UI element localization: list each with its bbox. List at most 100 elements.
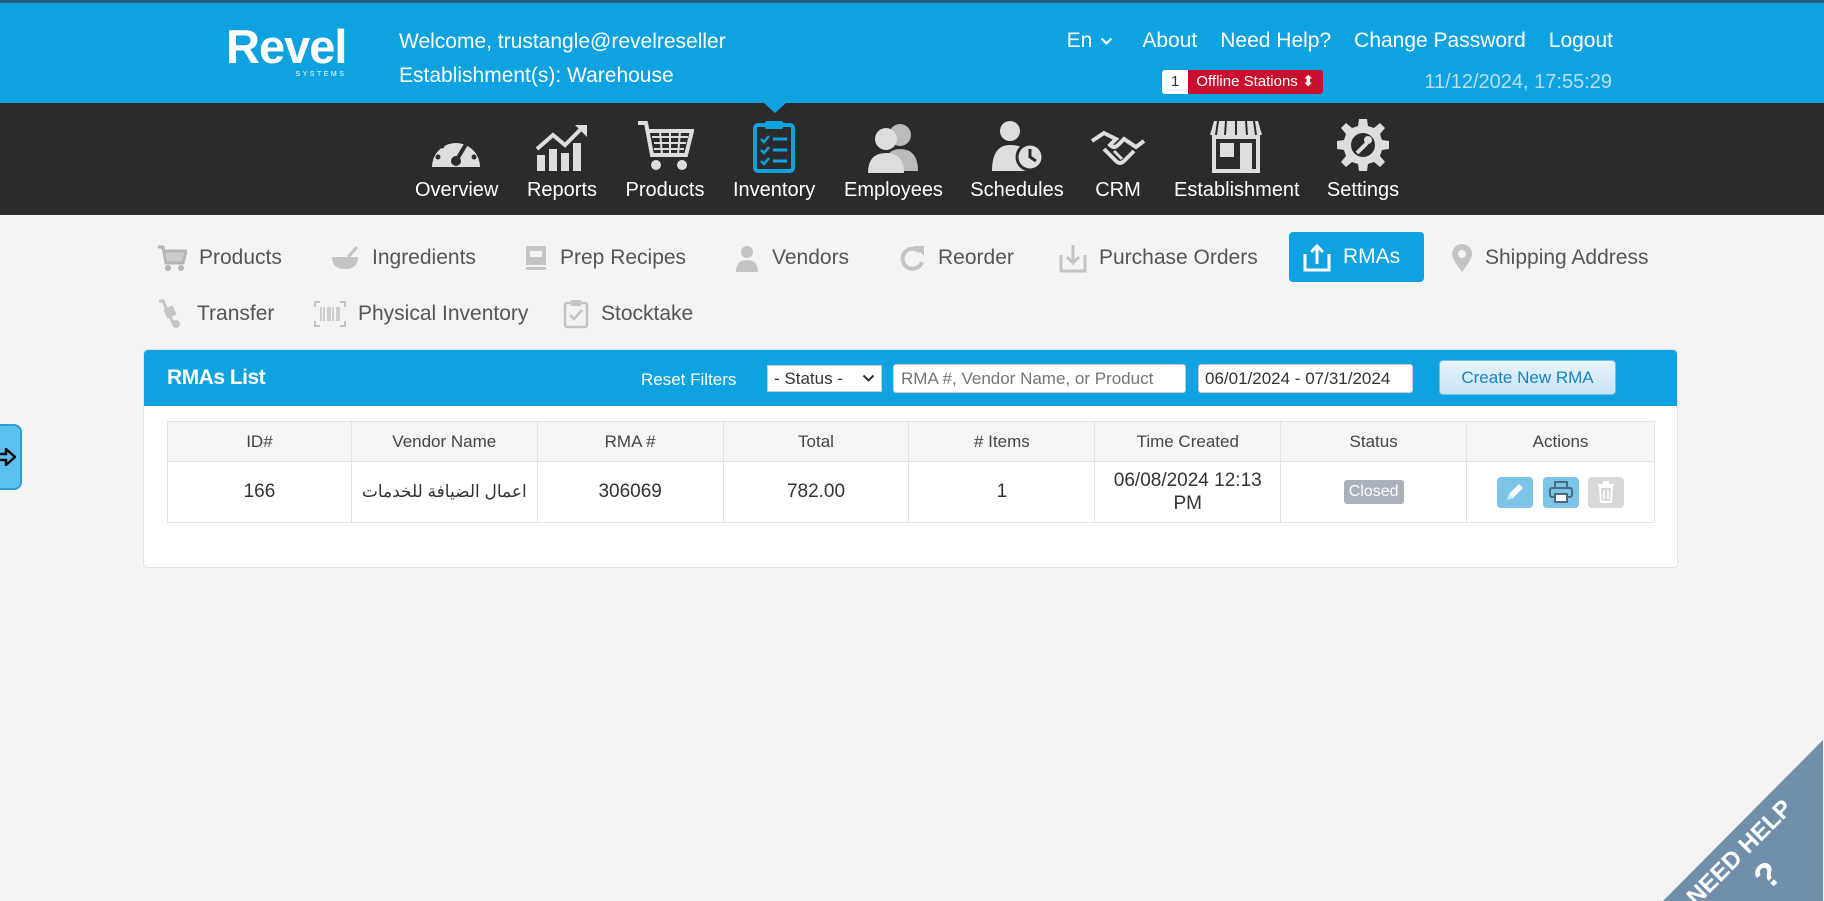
hand-truck-icon bbox=[159, 299, 180, 328]
nav-schedules[interactable]: Schedules bbox=[970, 115, 1064, 202]
download-tray-icon bbox=[1059, 245, 1087, 273]
arrow-right-icon bbox=[0, 448, 16, 466]
cart-icon bbox=[638, 121, 694, 170]
subnav-label: Purchase Orders bbox=[1099, 246, 1258, 269]
nav-inventory[interactable]: Inventory bbox=[733, 115, 815, 202]
cell-items: 1 bbox=[908, 461, 1096, 523]
table-row[interactable]: 166 اعمال الضيافة للخدمات 306069 782.00 … bbox=[167, 461, 1655, 523]
speedometer-icon bbox=[432, 135, 480, 167]
nav-products[interactable]: Products bbox=[624, 115, 706, 202]
subnav-ingredients[interactable]: Ingredients bbox=[316, 233, 490, 283]
cell-id: 166 bbox=[167, 461, 352, 523]
subnav-label: Ingredients bbox=[372, 246, 476, 269]
person-clock-icon bbox=[992, 121, 1045, 172]
logout-link[interactable]: Logout bbox=[1549, 29, 1613, 53]
subnav-products[interactable]: Products bbox=[143, 233, 296, 283]
column-header-items[interactable]: # Items bbox=[908, 421, 1096, 462]
nav-reports[interactable]: Reports bbox=[524, 115, 600, 202]
handshake-icon bbox=[1090, 130, 1146, 165]
nav-label: Products bbox=[625, 179, 705, 201]
subnav-label: Transfer bbox=[197, 302, 275, 325]
delete-button[interactable] bbox=[1587, 476, 1624, 508]
cell-total: 782.00 bbox=[722, 461, 910, 523]
subnav-label: Products bbox=[199, 246, 282, 269]
column-header-rma[interactable]: RMA # bbox=[536, 421, 724, 462]
language-selector[interactable]: En bbox=[1067, 29, 1114, 53]
need-help-corner-button[interactable]: NEED HELP ? bbox=[1663, 740, 1823, 901]
change-password-link[interactable]: Change Password bbox=[1354, 29, 1526, 53]
subnav-label: Shipping Address bbox=[1485, 246, 1649, 269]
column-header-total[interactable]: Total bbox=[722, 421, 910, 462]
logo-subtext: SYSTEMS bbox=[295, 71, 347, 78]
about-link[interactable]: About bbox=[1142, 29, 1197, 53]
create-new-rma-button[interactable]: Create New RMA bbox=[1439, 360, 1616, 395]
subnav-vendors[interactable]: Vendors bbox=[720, 233, 863, 283]
subnav-label: Reorder bbox=[938, 246, 1014, 269]
nav-label: Employees bbox=[844, 179, 943, 201]
recipe-book-icon bbox=[526, 246, 546, 270]
table-header-row: ID# Vendor Name RMA # Total # Items Time… bbox=[167, 421, 1655, 462]
subnav-stocktake[interactable]: Stocktake bbox=[549, 289, 707, 339]
map-pin-icon bbox=[1452, 244, 1472, 272]
column-header-time-created[interactable]: Time Created bbox=[1094, 421, 1282, 462]
language-label: En bbox=[1066, 29, 1093, 52]
redo-icon bbox=[900, 246, 924, 271]
welcome-text: Welcome, trustangle@revelreseller bbox=[399, 30, 726, 53]
subnav-prep-recipes[interactable]: Prep Recipes bbox=[510, 233, 700, 283]
rmas-table: ID# Vendor Name RMA # Total # Items Time… bbox=[167, 421, 1655, 523]
offline-stations-button[interactable]: 1 Offline Stations ⬍ bbox=[1162, 70, 1323, 94]
subnav-shipping-address[interactable]: Shipping Address bbox=[1437, 233, 1662, 283]
status-badge: Closed bbox=[1343, 480, 1404, 504]
nav-settings[interactable]: Settings bbox=[1325, 115, 1401, 202]
gear-icon bbox=[1337, 119, 1389, 171]
nav-label: Settings bbox=[1326, 179, 1400, 201]
barcode-icon bbox=[314, 301, 346, 327]
welcome-block: Welcome, trustangle@revelreseller Establ… bbox=[399, 25, 726, 93]
subnav-physical-inventory[interactable]: Physical Inventory bbox=[300, 289, 542, 339]
nav-overview[interactable]: Overview bbox=[415, 115, 499, 202]
print-button[interactable] bbox=[1542, 476, 1579, 508]
date-range-input[interactable]: 06/01/2024 - 07/31/2024 bbox=[1198, 364, 1413, 393]
offline-count: 1 bbox=[1162, 70, 1189, 94]
cell-status: Closed bbox=[1280, 461, 1468, 523]
search-input[interactable] bbox=[893, 364, 1186, 393]
subnav-purchase-orders[interactable]: Purchase Orders bbox=[1045, 233, 1272, 283]
side-drawer-toggle[interactable] bbox=[0, 424, 22, 490]
reset-filters-link[interactable]: Reset Filters bbox=[641, 370, 736, 390]
people-icon bbox=[867, 124, 918, 173]
nav-label: Schedules bbox=[970, 179, 1064, 201]
clipboard-icon bbox=[753, 121, 795, 173]
subnav-transfer[interactable]: Transfer bbox=[143, 289, 288, 339]
time-created-text: 06/08/2024 12:13 PM bbox=[1113, 470, 1262, 514]
nav-employees[interactable]: Employees bbox=[844, 115, 943, 202]
column-header-id[interactable]: ID# bbox=[167, 421, 352, 462]
active-nav-pointer bbox=[764, 103, 786, 113]
subnav-label: RMAs bbox=[1343, 245, 1401, 268]
column-header-status[interactable]: Status bbox=[1280, 421, 1468, 462]
subnav-reorder[interactable]: Reorder bbox=[884, 233, 1028, 283]
pencil-icon bbox=[1507, 484, 1524, 500]
cell-actions bbox=[1466, 461, 1655, 523]
column-header-actions: Actions bbox=[1466, 421, 1655, 462]
establishment-text: Establishment(s): Warehouse bbox=[399, 64, 674, 87]
edit-button[interactable] bbox=[1497, 476, 1534, 508]
need-help-link[interactable]: Need Help? bbox=[1220, 29, 1331, 53]
column-header-vendor[interactable]: Vendor Name bbox=[350, 421, 538, 462]
store-icon bbox=[1210, 120, 1262, 173]
cell-time-created: 06/08/2024 12:13 PM bbox=[1094, 461, 1282, 523]
offline-label: Offline Stations ⬍ bbox=[1188, 70, 1323, 94]
cart-icon bbox=[158, 245, 187, 271]
revel-logo[interactable]: Revel SYSTEMS bbox=[226, 23, 347, 79]
nav-label: CRM bbox=[1095, 179, 1141, 201]
checklist-icon bbox=[563, 300, 589, 329]
status-select-value: - Status - bbox=[774, 368, 843, 388]
status-select[interactable]: - Status - bbox=[767, 365, 882, 392]
subnav-rmas[interactable]: RMAs bbox=[1289, 232, 1424, 282]
nav-label: Establishment bbox=[1174, 179, 1300, 201]
trash-icon bbox=[1597, 481, 1614, 503]
chart-icon bbox=[535, 125, 587, 171]
chevron-down-icon bbox=[1101, 37, 1113, 45]
nav-establishment[interactable]: Establishment bbox=[1174, 115, 1300, 202]
nav-crm[interactable]: CRM bbox=[1090, 115, 1146, 202]
nav-label: Overview bbox=[415, 179, 499, 201]
